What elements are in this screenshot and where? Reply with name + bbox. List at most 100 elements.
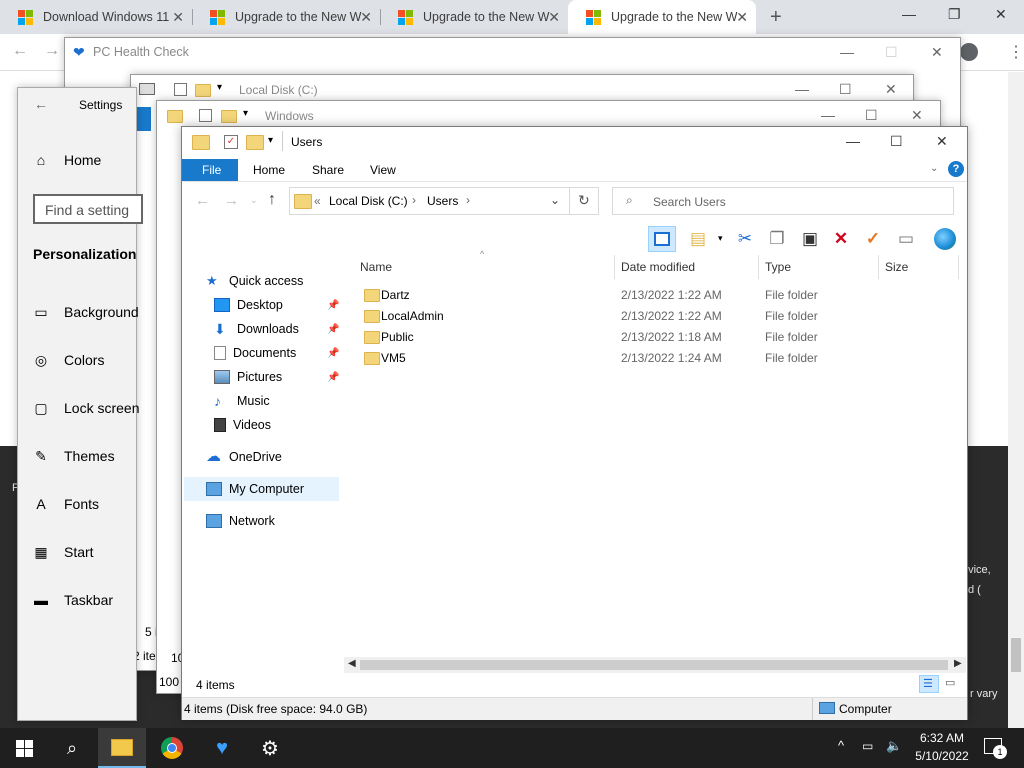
menu-dots-icon[interactable]: ⋮ <box>1008 42 1024 62</box>
column-header-size[interactable]: Size <box>885 260 908 274</box>
ribbon-tab-share[interactable]: Share <box>312 159 344 181</box>
nav-item-downloads[interactable]: ⬇ Downloads <box>214 322 299 336</box>
new-folder-icon[interactable] <box>246 135 264 150</box>
maximize-button[interactable]: ☐ <box>885 44 898 61</box>
nav-item-desktop[interactable]: Desktop <box>214 298 283 312</box>
expand-ribbon-icon[interactable]: ⌄ <box>930 163 938 174</box>
settings-item-start[interactable]: ▦ Start <box>33 544 93 560</box>
close-tab-icon[interactable]: ✕ <box>360 9 372 26</box>
ribbon-tab-view[interactable]: View <box>370 159 396 181</box>
chevron-down-icon[interactable]: ⌄ <box>550 193 560 207</box>
quick-access-dropdown-icon[interactable]: ▾ <box>268 135 273 146</box>
preview-pane-button[interactable] <box>648 226 676 252</box>
forward-arrow-icon[interactable]: → <box>44 42 60 60</box>
settings-window[interactable]: ← Settings ⌂ Home Find a setting Persona… <box>17 87 143 721</box>
horizontal-scrollbar[interactable]: ◀ ▶ <box>344 657 966 673</box>
minimize-button[interactable]: — <box>821 107 835 123</box>
minimize-button[interactable]: — <box>846 133 860 149</box>
file-row[interactable]: VM5 2/13/2022 1:24 AM File folder <box>360 347 960 368</box>
profile-avatar-icon[interactable] <box>960 43 978 61</box>
clock-date[interactable]: 5/10/2022 <box>912 749 972 763</box>
settings-item-themes[interactable]: ✎ Themes <box>33 448 114 464</box>
start-button[interactable] <box>0 728 48 768</box>
column-header-type[interactable]: Type <box>765 260 791 274</box>
settings-item-colors[interactable]: ◎ Colors <box>33 352 105 368</box>
chevron-right-icon[interactable]: › <box>466 193 470 207</box>
settings-item-taskbar[interactable]: ▬ Taskbar <box>33 592 113 608</box>
details-view-button[interactable]: ☰ <box>919 675 939 693</box>
column-divider[interactable] <box>614 255 615 279</box>
pin-icon[interactable]: 📌 <box>327 372 339 383</box>
settings-item-fonts[interactable]: A Fonts <box>33 496 99 512</box>
properties-checkbox-icon[interactable]: ✓ <box>224 135 238 149</box>
close-button[interactable]: ✕ <box>931 44 943 61</box>
breadcrumb-overflow[interactable]: « <box>314 194 321 208</box>
move-to-folder-icon[interactable]: ▤ <box>686 228 710 250</box>
browser-minimize-button[interactable]: — <box>902 6 916 22</box>
maximize-button[interactable]: ☐ <box>865 107 878 124</box>
refresh-icon[interactable]: ↻ <box>578 192 590 209</box>
file-explorer-taskbar-button[interactable] <box>98 728 146 768</box>
nav-network[interactable]: Network <box>206 514 275 528</box>
quick-access-dropdown-icon[interactable]: ▾ <box>243 108 248 119</box>
browser-maximize-button[interactable]: ❐ <box>948 6 961 23</box>
search-setting-input[interactable]: Find a setting <box>33 194 143 224</box>
file-row[interactable]: Dartz 2/13/2022 1:22 AM File folder <box>360 284 960 305</box>
settings-taskbar-button[interactable]: ⚙ <box>248 728 292 768</box>
settings-item-background[interactable]: ▭ Background <box>33 304 138 320</box>
forward-arrow-icon[interactable]: → <box>224 192 239 209</box>
chevron-up-icon[interactable]: ^ <box>838 738 844 753</box>
ribbon-file-tab[interactable]: File <box>182 159 238 181</box>
globe-icon[interactable] <box>934 228 956 250</box>
checkmark-icon[interactable]: ✓ <box>861 228 885 250</box>
new-tab-button[interactable]: + <box>770 6 782 29</box>
close-button[interactable]: ✕ <box>885 81 897 98</box>
delete-icon[interactable]: ✕ <box>829 228 853 250</box>
back-arrow-icon[interactable]: ← <box>12 42 28 60</box>
search-button[interactable]: ⌕ <box>48 728 96 768</box>
pin-icon[interactable]: 📌 <box>327 300 339 311</box>
ribbon-tab-home[interactable]: Home <box>253 159 285 181</box>
column-divider[interactable] <box>758 255 759 279</box>
web-scrollbar[interactable] <box>1008 72 1024 728</box>
settings-home[interactable]: ⌂ Home <box>33 152 102 168</box>
pin-icon[interactable]: 📌 <box>327 324 339 335</box>
column-divider[interactable] <box>878 255 879 279</box>
breadcrumb-users[interactable]: Users <box>427 194 458 208</box>
nav-item-videos[interactable]: Videos <box>214 418 271 432</box>
column-header-name[interactable]: Name <box>360 260 392 274</box>
paste-icon[interactable]: ▣ <box>798 228 822 250</box>
search-input[interactable]: ⌕ Search Users <box>612 187 954 215</box>
copy-icon[interactable]: ❐ <box>765 228 789 250</box>
close-tab-icon[interactable]: ✕ <box>172 9 184 26</box>
chevron-right-icon[interactable]: › <box>412 193 416 207</box>
scroll-right-icon[interactable]: ▶ <box>954 658 962 669</box>
scroll-left-icon[interactable]: ◀ <box>348 658 356 669</box>
back-arrow-icon[interactable]: ← <box>34 96 48 112</box>
nav-quick-access[interactable]: ★ Quick access <box>206 274 303 289</box>
browser-tab[interactable]: Upgrade to the New W ✕ <box>380 0 568 34</box>
chrome-taskbar-button[interactable] <box>148 728 196 768</box>
recent-locations-icon[interactable]: ⌄ <box>250 195 258 206</box>
breadcrumb-local-disk[interactable]: Local Disk (C:) <box>329 194 408 208</box>
browser-tab[interactable]: Upgrade to the New W ✕ <box>192 0 380 34</box>
nav-my-computer[interactable]: My Computer <box>206 482 304 496</box>
network-status-icon[interactable]: ▭ <box>862 739 873 753</box>
quick-access-dropdown-icon[interactable]: ▾ <box>217 82 222 93</box>
maximize-button[interactable]: ☐ <box>839 81 852 98</box>
settings-item-lock-screen[interactable]: ▢ Lock screen <box>33 400 139 416</box>
up-arrow-icon[interactable]: ↑ <box>268 191 276 209</box>
notification-center-icon[interactable]: 1 <box>984 738 1007 759</box>
close-tab-icon[interactable]: ✕ <box>548 9 560 26</box>
cut-icon[interactable]: ✂ <box>733 228 757 250</box>
nav-item-music[interactable]: ♪ Music <box>214 394 270 408</box>
close-button[interactable]: ✕ <box>911 107 923 124</box>
rename-icon[interactable]: ▭ <box>894 228 918 250</box>
large-icons-view-button[interactable]: ▭ <box>942 675 962 693</box>
nav-item-documents[interactable]: Documents <box>214 346 296 360</box>
close-button[interactable]: ✕ <box>936 133 948 150</box>
pin-icon[interactable]: 📌 <box>327 348 339 359</box>
explorer-users-window[interactable]: ✓ ▾ Users — ☐ ✕ File Home Share View ⌄ ?… <box>181 126 968 720</box>
scrollbar-thumb[interactable] <box>360 660 948 670</box>
address-bar[interactable]: « Local Disk (C:) › Users › ⌄ ↻ <box>289 187 599 215</box>
